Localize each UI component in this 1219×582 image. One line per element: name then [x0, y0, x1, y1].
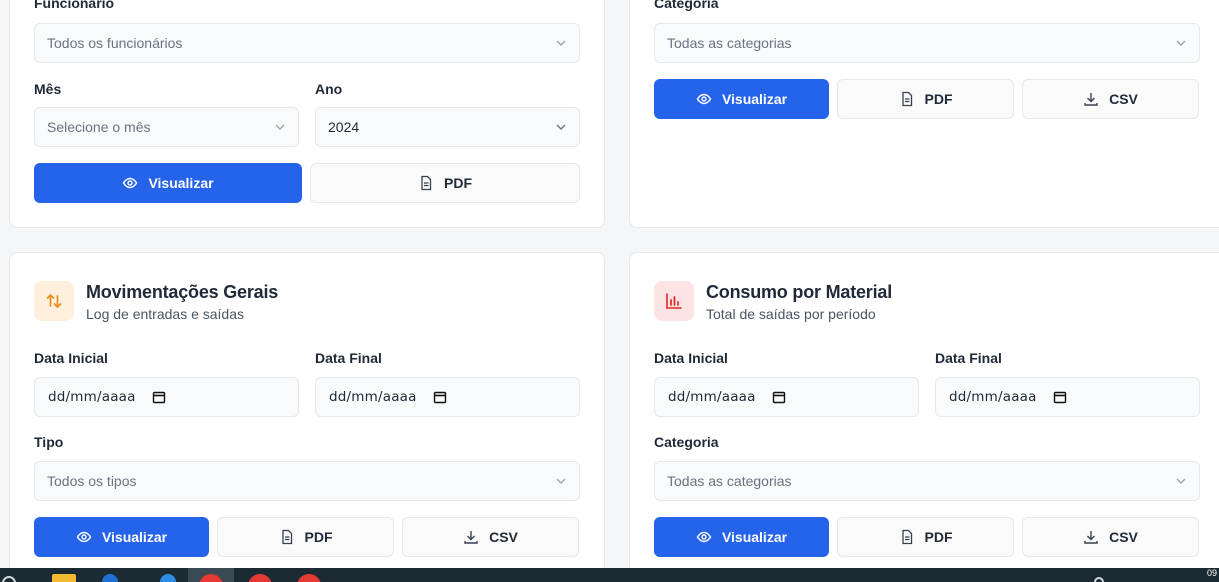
consumption-category-select[interactable]: Todas as categorias — [654, 461, 1200, 501]
consumption-icon-badge — [654, 281, 694, 321]
consumption-csv-button[interactable]: CSV — [1022, 517, 1199, 557]
category-csv-button[interactable]: CSV — [1022, 79, 1199, 119]
consumption-view-button[interactable]: Visualizar — [654, 517, 829, 557]
file-text-icon — [421, 175, 432, 191]
movements-type-select[interactable]: Todos os tipos — [34, 461, 580, 501]
year-select[interactable]: 2024 — [315, 107, 580, 147]
chevron-down-icon — [556, 40, 566, 46]
consumption-category-label: Categoria — [654, 434, 719, 450]
consumption-pdf-label: PDF — [924, 529, 953, 545]
movements-start-date-value: dd/mm/aaaa — [48, 389, 136, 405]
category-view-button[interactable]: Visualizar — [654, 79, 829, 119]
movements-title: Movimentações Gerais — [86, 282, 279, 302]
movements-start-label: Data Inicial — [34, 350, 108, 366]
file-text-icon — [901, 529, 912, 545]
movements-type-value: Todos os tipos — [47, 473, 137, 489]
category-select-value: Todas as categorias — [667, 35, 792, 51]
category-pdf-label: PDF — [924, 91, 953, 107]
consumption-start-date-value: dd/mm/aaaa — [668, 389, 756, 405]
consumption-title: Consumo por Material — [706, 282, 893, 302]
consumption-report-card: Consumo por Material Total de saídas por… — [629, 252, 1219, 582]
movements-start-date-input[interactable]: dd/mm/aaaa — [34, 377, 299, 417]
month-select-placeholder: Selecione o mês — [47, 119, 151, 135]
consumption-end-label: Data Final — [935, 350, 1002, 366]
browser-icon[interactable] — [297, 574, 321, 582]
category-csv-label: CSV — [1109, 91, 1138, 107]
month-field-label: Mês — [34, 81, 62, 97]
chevron-down-icon — [556, 124, 566, 130]
movements-icon-badge — [34, 281, 74, 321]
movements-type-label: Tipo — [34, 434, 64, 450]
movements-csv-button[interactable]: CSV — [402, 517, 579, 557]
movements-end-date-value: dd/mm/aaaa — [329, 389, 417, 405]
category-select[interactable]: Todas as categorias — [654, 23, 1200, 63]
category-field-label: Categoria — [654, 0, 719, 11]
employee-select-value: Todos os funcionários — [47, 35, 183, 51]
movements-view-label: Visualizar — [101, 529, 168, 545]
file-text-icon — [281, 529, 292, 545]
movements-report-card: Movimentações Gerais Log de entradas e s… — [9, 252, 605, 582]
calendar-icon[interactable] — [152, 390, 166, 404]
movements-pdf-label: PDF — [304, 529, 333, 545]
eye-icon — [696, 93, 712, 105]
movements-subtitle: Log de entradas e saídas — [86, 306, 245, 322]
consumption-start-date-input[interactable]: dd/mm/aaaa — [654, 377, 919, 417]
consumption-subtitle: Total de saídas por período — [706, 306, 876, 322]
employee-select[interactable]: Todos os funcionários — [34, 23, 580, 63]
chevron-down-icon — [275, 124, 285, 130]
eye-icon — [76, 531, 92, 543]
calendar-icon[interactable] — [1053, 390, 1067, 404]
employee-pdf-button[interactable]: PDF — [310, 163, 580, 203]
file-text-icon — [901, 91, 912, 107]
employee-field-label: Funcionário — [34, 0, 115, 11]
employee-pdf-label: PDF — [444, 175, 472, 191]
consumption-csv-label: CSV — [1109, 529, 1138, 545]
employee-report-card: Funcionário Todos os funcionários Mês Se… — [9, 0, 605, 228]
chevron-down-icon — [1176, 40, 1186, 46]
vscode-icon[interactable] — [160, 574, 176, 582]
eye-icon — [123, 177, 138, 189]
download-icon — [464, 531, 478, 544]
os-taskbar: 09 — [0, 568, 1219, 582]
movements-csv-label: CSV — [489, 529, 518, 545]
consumption-end-date-value: dd/mm/aaaa — [949, 389, 1037, 405]
movements-end-date-input[interactable]: dd/mm/aaaa — [315, 377, 580, 417]
eye-icon — [696, 531, 712, 543]
file-explorer-icon[interactable] — [52, 574, 76, 582]
movements-pdf-button[interactable]: PDF — [217, 517, 394, 557]
consumption-pdf-button[interactable]: PDF — [837, 517, 1014, 557]
month-select[interactable]: Selecione o mês — [34, 107, 299, 147]
search-icon[interactable] — [2, 576, 16, 582]
taskbar-clock: 09 — [1206, 568, 1217, 578]
consumption-end-date-input[interactable]: dd/mm/aaaa — [935, 377, 1200, 417]
consumption-start-label: Data Inicial — [654, 350, 728, 366]
chevron-down-icon — [556, 478, 566, 484]
category-view-label: Visualizar — [721, 91, 788, 107]
calendar-icon[interactable] — [433, 390, 447, 404]
movements-view-button[interactable]: Visualizar — [34, 517, 209, 557]
consumption-category-value: Todas as categorias — [667, 473, 792, 489]
category-report-card: Categoria Todas as categorias Visualizar… — [629, 0, 1219, 228]
chevron-down-icon — [1176, 478, 1186, 484]
arrows-up-down-icon — [46, 294, 62, 308]
bar-chart-icon — [666, 293, 682, 309]
category-pdf-button[interactable]: PDF — [837, 79, 1014, 119]
consumption-view-label: Visualizar — [721, 529, 788, 545]
tray-icon[interactable] — [1094, 577, 1104, 582]
employee-view-label: Visualizar — [148, 175, 214, 191]
browser-icon[interactable] — [248, 574, 272, 582]
app-icon-blue[interactable] — [102, 574, 118, 582]
download-icon — [1084, 531, 1098, 544]
download-icon — [1084, 93, 1098, 106]
employee-view-button[interactable]: Visualizar — [34, 163, 302, 203]
movements-end-label: Data Final — [315, 350, 382, 366]
calendar-icon[interactable] — [772, 390, 786, 404]
year-field-label: Ano — [315, 81, 343, 97]
year-select-value: 2024 — [328, 119, 360, 135]
